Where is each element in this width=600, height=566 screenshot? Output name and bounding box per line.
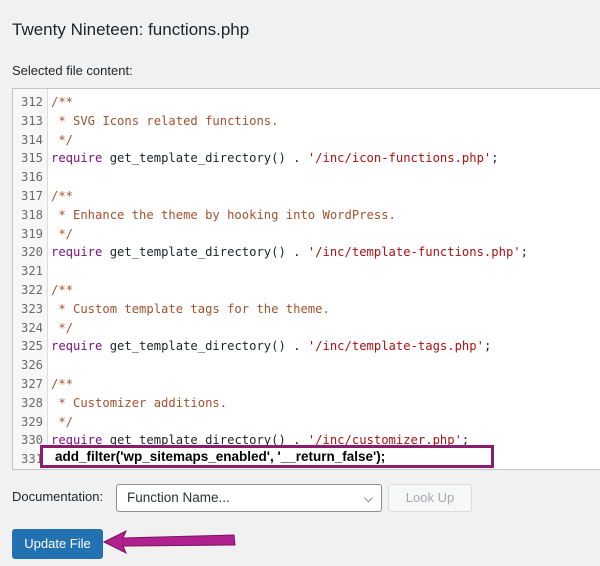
documentation-label: Documentation: xyxy=(12,489,104,504)
page-title: Twenty Nineteen: functions.php xyxy=(12,20,250,39)
line-number: 321 xyxy=(20,264,43,279)
line-number: 312 xyxy=(20,95,43,109)
code-token: '/inc/icon-functions.php' xyxy=(307,151,492,166)
line-number: 316 xyxy=(20,170,43,185)
code-line: 329 */ xyxy=(13,413,600,432)
added-code-highlight[interactable]: add_filter('wp_sitemaps_enabled', '__ret… xyxy=(40,445,494,468)
code-line: 318 * Enhance the theme by hooking into … xyxy=(13,206,600,225)
code-line: 323 * Custom template tags for the theme… xyxy=(13,300,600,319)
pointer-arrow-shape xyxy=(102,529,236,555)
line-number: 314 xyxy=(20,132,43,147)
code-token: require xyxy=(51,245,103,260)
code-line: 319 */ xyxy=(13,225,600,244)
code-line: 312 /** xyxy=(13,93,600,112)
code-token: '/inc/template-tags.php' xyxy=(307,339,484,354)
code-line: 315 require get_template_directory() . '/… xyxy=(13,149,600,168)
code-token: * Customizer additions. xyxy=(51,395,228,410)
function-name-select[interactable]: Function Name... ⌵ xyxy=(116,484,382,512)
line-number: 320 xyxy=(20,245,43,260)
code-token: ; xyxy=(491,151,499,166)
line-number: 319 xyxy=(20,226,43,241)
code-token: /** xyxy=(51,95,74,109)
code-token: */ xyxy=(51,226,74,241)
code-line: 316 xyxy=(13,168,600,187)
code-token: get_template_directory() . xyxy=(102,245,308,260)
line-number: 325 xyxy=(20,339,43,354)
line-number: 317 xyxy=(20,188,43,203)
code-token: */ xyxy=(51,414,74,429)
code-line: 314 */ xyxy=(13,131,600,150)
line-number: 328 xyxy=(20,395,43,410)
code-token: ; xyxy=(520,245,528,260)
code-token: */ xyxy=(51,320,74,335)
code-token: /** xyxy=(51,188,74,203)
code-line: 317 /** xyxy=(13,187,600,206)
code-token: get_template_directory() . xyxy=(102,339,308,354)
code-token: require xyxy=(51,339,103,354)
code-token: get_template_directory() . xyxy=(102,151,308,166)
chevron-down-icon: ⌵ xyxy=(363,491,373,505)
line-number: 326 xyxy=(20,358,43,373)
line-number: 318 xyxy=(20,207,43,222)
line-number: 322 xyxy=(20,282,43,297)
code-token: * SVG Icons related functions. xyxy=(51,113,279,128)
line-number: 323 xyxy=(20,301,43,316)
code-line: 328 * Customizer additions. xyxy=(13,394,600,413)
code-token: /** xyxy=(51,282,74,297)
line-number: 313 xyxy=(20,113,43,128)
code-token: /** xyxy=(51,376,74,391)
code-token: ; xyxy=(483,339,492,354)
line-number: 330 xyxy=(20,433,43,448)
code-token: */ xyxy=(51,132,74,147)
code-line: 327 /** xyxy=(13,375,600,394)
code-editor[interactable]: 312 /** 313 * SVG Icons related functions.… xyxy=(12,88,600,470)
code-token: require xyxy=(51,151,103,166)
code-line: 326 xyxy=(13,356,600,375)
update-file-button[interactable]: Update File xyxy=(12,529,103,559)
pointer-arrow-icon xyxy=(102,529,236,555)
line-number: 331 xyxy=(20,452,43,467)
code-line: 321 xyxy=(13,262,600,281)
line-number: 327 xyxy=(20,376,43,391)
line-number: 315 xyxy=(20,151,43,166)
line-number: 329 xyxy=(20,414,43,429)
selected-file-label: Selected file content: xyxy=(12,63,133,78)
look-up-button[interactable]: Look Up xyxy=(388,484,472,512)
code-line: 324 */ xyxy=(13,319,600,338)
code-token: '/inc/template-functions.php' xyxy=(307,245,521,260)
code-line: 325 require get_template_directory() . '/… xyxy=(13,337,600,356)
code-token: * Custom template tags for the theme. xyxy=(51,301,330,316)
code-line: 322 /** xyxy=(13,281,600,300)
code-line: 320 require get_template_directory() . '/… xyxy=(13,243,600,262)
function-name-select-value: Function Name... xyxy=(127,490,230,505)
code-line: 313 * SVG Icons related functions. xyxy=(13,112,600,131)
code-lines: 312 /** 313 * SVG Icons related functions.… xyxy=(13,93,600,469)
code-token: * Enhance the theme by hooking into Word… xyxy=(51,207,396,222)
line-number: 324 xyxy=(20,320,43,335)
